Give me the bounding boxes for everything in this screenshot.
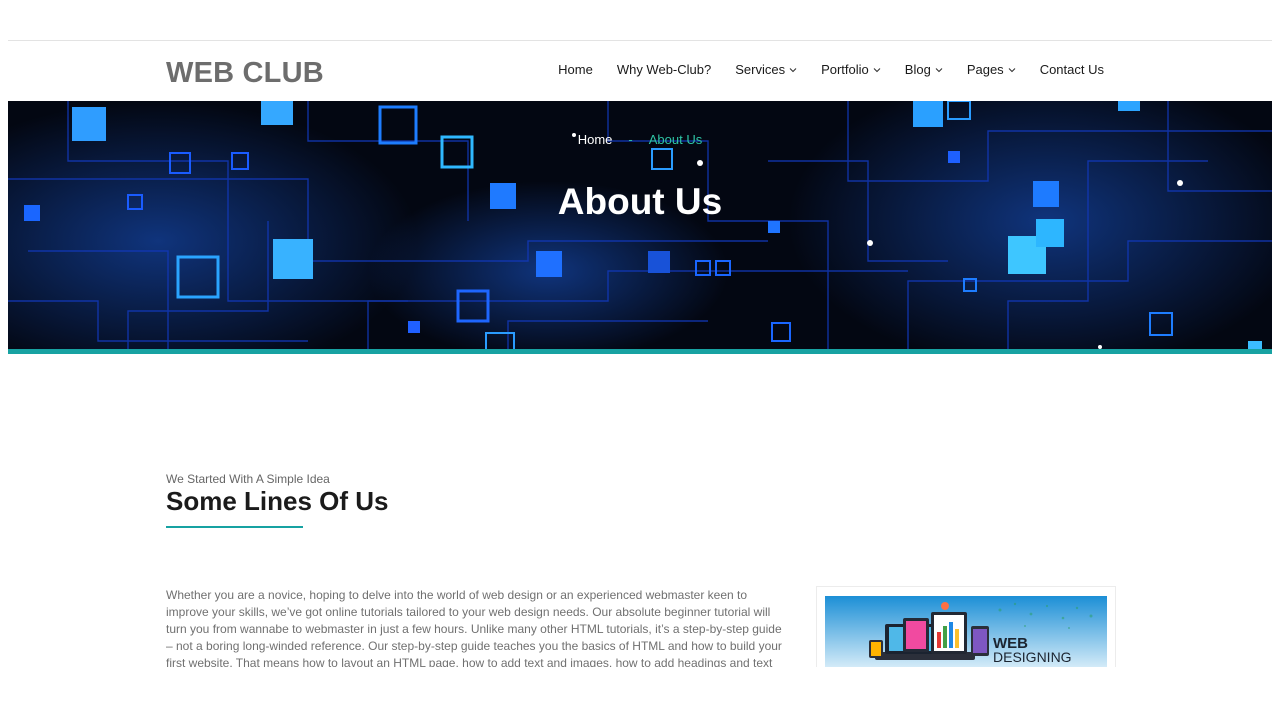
nav-portfolio[interactable]: Portfolio <box>821 62 881 77</box>
breadcrumb: Home - About Us <box>8 132 1272 147</box>
site-header: WEB CLUB Home Why Web-Club? Services Por… <box>8 41 1272 101</box>
nav-label: Why Web-Club? <box>616 62 712 77</box>
breadcrumb-separator: - <box>628 132 633 147</box>
nav-label: Blog <box>904 62 931 77</box>
web-designing-image-card: WEB DESIGNING <box>816 586 1116 667</box>
page: WEB CLUB Home Why Web-Club? Services Por… <box>8 40 1272 667</box>
chevron-down-icon <box>789 67 797 72</box>
chevron-down-icon <box>1008 67 1016 72</box>
nav-pages[interactable]: Pages <box>967 62 1016 77</box>
breadcrumb-current: About Us <box>648 132 703 147</box>
web-designing-image: WEB DESIGNING <box>825 596 1107 667</box>
section-eyebrow: We Started With A Simple Idea <box>166 472 330 486</box>
nav-label: Home <box>558 62 593 77</box>
page-title: About Us <box>557 181 723 222</box>
section-title: Some Lines Of Us <box>166 486 389 516</box>
nav-contact-us[interactable]: Contact Us <box>1040 62 1104 77</box>
nav-why-web-club[interactable]: Why Web-Club? <box>617 62 711 77</box>
site-logo[interactable]: WEB CLUB <box>166 57 324 90</box>
about-paragraph: Whether you are a novice, hoping to delv… <box>166 588 782 667</box>
chevron-down-icon <box>873 67 881 72</box>
title-underline <box>166 526 303 528</box>
image-text-designing: DESIGNING <box>993 649 1072 665</box>
nav-label: Contact Us <box>1039 62 1104 77</box>
nav-label: Portfolio <box>821 62 869 77</box>
nav-home[interactable]: Home <box>558 62 593 77</box>
hero-accent-bar <box>8 349 1272 354</box>
nav-blog[interactable]: Blog <box>905 62 943 77</box>
nav-label: Pages <box>966 62 1004 77</box>
chevron-down-icon <box>935 67 943 72</box>
hero-banner: Home - About Us About Us <box>8 101 1272 350</box>
main-nav: Home Why Web-Club? Services Portfolio Bl… <box>558 62 1104 77</box>
breadcrumb-home-link[interactable]: Home <box>578 132 613 147</box>
nav-services[interactable]: Services <box>735 62 797 77</box>
nav-label: Services <box>735 62 786 77</box>
